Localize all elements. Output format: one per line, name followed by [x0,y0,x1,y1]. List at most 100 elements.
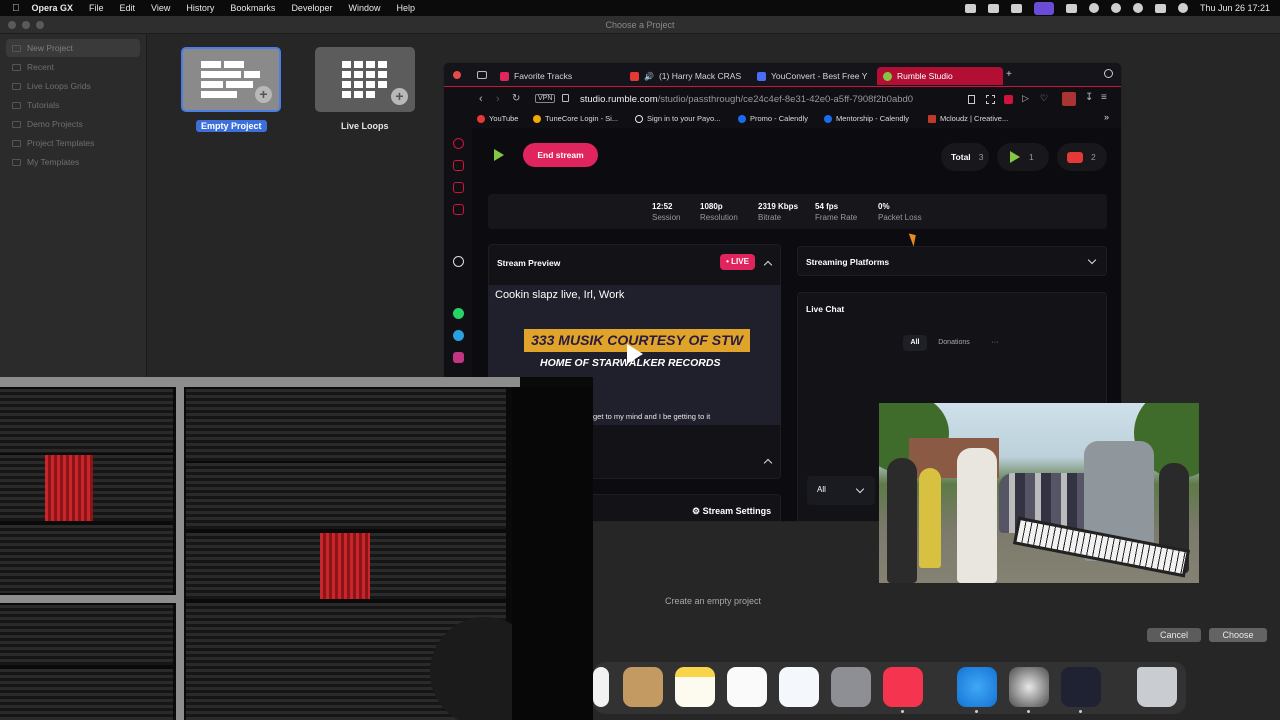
contacts-icon[interactable] [623,667,663,707]
stream-settings-button[interactable]: ⚙ Stream Settings [692,506,771,517]
calendar-icon[interactable] [593,667,609,707]
bookmark-icon[interactable] [968,95,975,104]
whatsapp-icon[interactable] [453,308,464,319]
menu-icon[interactable]: ≡ [1101,92,1107,103]
download-icon[interactable]: ↧ [1085,92,1093,103]
rumble-logo-icon[interactable] [491,148,505,162]
freeform-icon[interactable] [779,667,819,707]
bookmark-payoneer[interactable]: Sign in to your Payo... [635,114,720,123]
menu-edit[interactable]: Edit [120,3,136,13]
foam-panel [0,389,173,453]
heart-icon[interactable]: ♡ [1040,93,1048,104]
gear-icon[interactable] [1065,3,1077,13]
more-bookmarks-icon[interactable]: » [1104,112,1109,122]
menu-window[interactable]: Window [348,3,380,13]
screen-recording-icon[interactable] [1033,1,1054,15]
rumble-destinations[interactable]: 1 [997,143,1049,171]
wifi-icon[interactable] [1110,3,1121,13]
play-icon[interactable] [627,344,643,364]
search-icon[interactable] [1132,3,1143,13]
bookmark-tunecore[interactable]: TuneCore Login - Si... [533,114,618,123]
window-icon[interactable] [1010,3,1022,13]
forward-icon[interactable]: › [496,93,500,105]
sidebar-item-demo-projects[interactable]: Demo Projects [6,115,140,133]
system-settings-icon[interactable] [831,667,871,707]
tab-youconvert[interactable]: YouConvert - Best Free Y [751,67,871,85]
siri-icon[interactable] [1177,3,1188,13]
menu-developer[interactable]: Developer [291,3,332,13]
bookmark-mentorship-calendly[interactable]: Mentorship - Calendly [824,114,909,123]
end-stream-button[interactable]: End stream [523,143,598,167]
menu-bookmarks[interactable]: Bookmarks [230,3,275,13]
trash-icon[interactable] [1137,667,1177,707]
play-status-icon[interactable] [1088,3,1099,13]
menu-help[interactable]: Help [396,3,415,13]
screen-share-icon[interactable] [987,3,999,13]
tab-rumble-studio[interactable]: Rumble Studio [877,67,1003,85]
live-loops-label[interactable]: Live Loops [336,120,394,132]
chatgpt-icon[interactable] [453,256,464,267]
sidebar-item-tutorials[interactable]: Tutorials [6,96,140,114]
close-icon[interactable] [453,71,461,79]
sidebar-item-my-templates[interactable]: My Templates [6,153,140,171]
menu-file[interactable]: File [89,3,104,13]
chat-more-icon[interactable]: ··· [985,335,1005,351]
minimize-icon[interactable] [22,21,30,29]
instagram-icon[interactable] [453,352,464,363]
sidebar-item-project-templates[interactable]: Project Templates [6,134,140,152]
tab-harry-mack[interactable]: 🔊 (1) Harry Mack CRAS [624,67,742,85]
menu-history[interactable]: History [186,3,214,13]
gamepad-icon[interactable] [477,71,487,79]
gx-control-icon[interactable] [453,160,464,171]
url-field[interactable]: studio.rumble.com/studio/passthrough/ce2… [580,94,913,105]
logic-pro-icon[interactable] [1009,667,1049,707]
chat-tab-all[interactable]: All [903,335,927,351]
chat-filter-dropdown[interactable]: All [807,476,875,505]
back-icon[interactable]: ‹ [479,93,483,105]
control-center-icon[interactable] [1154,3,1166,13]
running-indicator [901,710,904,713]
adblock-icon[interactable] [1004,95,1013,104]
gx-corner-icon[interactable] [453,182,464,193]
app-menu[interactable]: Opera GX [32,3,74,13]
apple-menu-icon[interactable]:  [12,3,20,14]
cancel-button[interactable]: Cancel [1147,628,1201,642]
choose-button[interactable]: Choose [1209,628,1267,642]
youtube-destinations[interactable]: 2 [1057,143,1107,171]
bookmark-promo-calendly[interactable]: Promo - Calendly [738,114,808,123]
close-icon[interactable] [8,21,16,29]
chat-tab-donations[interactable]: Donations [932,335,976,351]
empty-project-label[interactable]: Empty Project [196,120,267,132]
search-icon[interactable] [1104,69,1113,78]
total-destinations[interactable]: Total 3 [941,143,989,171]
vpn-badge[interactable]: VPN [535,94,556,103]
reminders-icon[interactable] [727,667,767,707]
sidebar-item-live-loops-grids[interactable]: Live Loops Grids [6,77,140,95]
menubar-clock[interactable]: Thu Jun 26 17:21 [1200,3,1270,13]
menu-view[interactable]: View [151,3,170,13]
reload-icon[interactable]: ↻ [512,93,520,104]
sidebar-item-new-project[interactable]: New Project [6,39,140,57]
running-indicator [975,710,978,713]
lock-icon[interactable] [562,94,569,102]
bookmark-mcloudz[interactable]: Mcloudz | Creative... [928,114,1008,123]
music-icon[interactable] [883,667,923,707]
speed-dial-icon[interactable] [453,138,464,149]
snapshot-icon[interactable] [986,95,995,104]
bookmark-youtube[interactable]: YouTube [477,114,518,123]
safari-icon[interactable] [957,667,997,707]
video-caption: get to my mind and I be getting to it [593,412,711,421]
send-icon[interactable]: ▷ [1022,93,1029,104]
display-icon[interactable] [964,3,976,13]
sidebar-item-recent[interactable]: Recent [6,58,140,76]
live-loops-tile[interactable]: + [315,47,415,112]
empty-project-tile[interactable]: + [181,47,281,112]
new-tab-icon[interactable]: + [1006,69,1012,80]
twitch-icon[interactable] [453,204,464,215]
telegram-icon[interactable] [453,330,464,341]
notes-icon[interactable] [675,667,715,707]
tab-favorite-tracks[interactable]: Favorite Tracks [494,67,619,85]
obs-icon[interactable] [1061,667,1101,707]
profile-avatar[interactable] [1062,92,1076,106]
zoom-icon[interactable] [36,21,44,29]
